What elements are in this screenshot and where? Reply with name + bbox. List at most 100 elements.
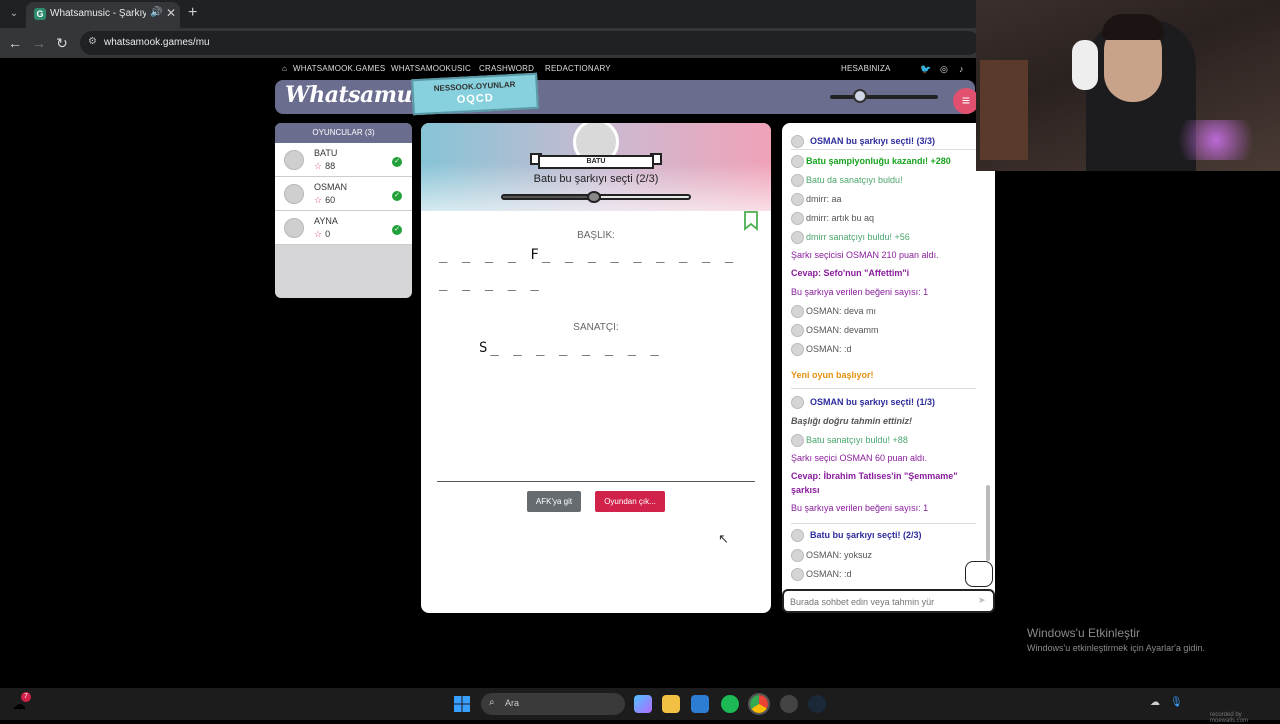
search-icon: ⌕ (489, 697, 495, 708)
chat-message: Bu şarkıya verilen beğeni sayısı: 1 (791, 503, 928, 513)
webcam-hair (1102, 14, 1164, 40)
chat-message-text: Şarkı seçici OSMAN 60 puan aldı. (791, 453, 928, 463)
chrome-icon[interactable] (748, 693, 770, 715)
chat-message-text: Şarkı seçicisi OSMAN 210 puan aldı. (791, 250, 939, 260)
afk-button[interactable]: AFK'ya git (527, 491, 581, 512)
player-score: ☆ 88 (314, 161, 336, 171)
chat-message: Cevap: İbrahim Tatlıses'in "Şemmame" (791, 471, 958, 481)
divider (437, 481, 755, 482)
account-link[interactable]: HESABINIZA (841, 64, 891, 73)
leave-game-button[interactable]: Oyundan çık... (595, 491, 665, 512)
avatar (791, 549, 804, 562)
recorder-credit: recorded by moewalls.com (1210, 712, 1249, 724)
taskbar: ☁ 7 ⌕ Ara ☁ 🎙 recorded by moewalls.com (0, 688, 1280, 724)
avatar (791, 343, 804, 356)
player-row[interactable]: BATU ☆ 88 ✓ (275, 143, 412, 177)
mouse-cursor-icon: ↖ (718, 531, 729, 546)
chat-message: OSMAN: :d (791, 343, 852, 356)
address-url: whatsamook.games/mu (104, 37, 210, 48)
chat-circle-button[interactable] (965, 561, 993, 587)
chat-message-text: dmirr sanatçıyı buldu! +56 (806, 231, 910, 242)
file-explorer-icon[interactable] (662, 695, 680, 713)
address-bar[interactable]: ⚙ whatsamook.games/mu (80, 31, 980, 55)
avatar (791, 174, 804, 187)
chat-message: Bu şarkıya verilen beğeni sayısı: 1 (791, 287, 928, 297)
player-row[interactable]: AYNA ☆ 0 ✓ (275, 211, 412, 245)
chat-message-text: OSMAN bu şarkıyı seçti! (3/3) (810, 135, 936, 146)
activation-watermark-title: Windows'u Etkinleştir (1027, 626, 1140, 640)
site-header: Whatsamusic NESSOOK.OYUNLAR OQCD ≡ (275, 72, 979, 116)
chat-message: dmirr: aa (791, 193, 842, 206)
chat-scrollbar[interactable] (986, 485, 990, 561)
chat-message-text: Bu şarkıya verilen beğeni sayısı: 1 (791, 503, 929, 513)
avatar (791, 324, 804, 337)
player-score: ☆ 0 (314, 229, 331, 239)
tab-close-icon[interactable]: ✕ (166, 6, 176, 20)
chat-input[interactable] (790, 594, 970, 610)
avatar (791, 231, 804, 244)
avatar (284, 184, 304, 204)
webcam-headset (1072, 40, 1098, 90)
send-icon[interactable]: ➤ (978, 595, 986, 606)
chat-message-text: dmirr: aa (806, 193, 842, 204)
chat-message-text: OSMAN: devamm (806, 324, 879, 335)
chat-message-text: Cevap: İbrahim Tatlıses'in "Şemmame" (791, 471, 958, 481)
spotify-icon[interactable] (721, 695, 739, 713)
steam-icon[interactable] (808, 695, 826, 713)
site-info-icon[interactable]: ⚙ (88, 36, 97, 47)
player-row[interactable]: OSMAN ☆ 60 ✓ (275, 177, 412, 211)
nav-link-crashword[interactable]: CRASHWORD (479, 64, 534, 73)
chat-message: Batu sanatçıyı buldu! +88 (791, 434, 908, 447)
chat-message-text: Batu şampiyonluğu kazandı! +280 (806, 155, 951, 166)
players-panel: OYUNCULAR (3) BATU ☆ 88 ✓ OSMAN ☆ 60 ✓ AYN… (275, 123, 412, 298)
reload-icon[interactable]: ↻ (53, 34, 71, 52)
new-tab-icon[interactable]: + (188, 4, 197, 22)
home-icon[interactable]: ⌂ (282, 64, 287, 73)
volume-slider[interactable] (830, 95, 938, 99)
avatar (791, 212, 804, 225)
player-score: ☆ 60 (314, 195, 336, 205)
player-name: OSMAN (314, 182, 348, 192)
browser-tab[interactable]: G Whatsamusic - Şarkıyı Tahmin Et 🔊 ✕ (26, 2, 180, 28)
chat-message: OSMAN bu şarkıyı seçti! (1/3) (791, 396, 935, 409)
nav-link-redactionary[interactable]: REDACTIONARY (545, 64, 611, 73)
avatar (791, 434, 804, 447)
volume-slider-knob[interactable] (853, 89, 867, 103)
nav-link-whatsamook-games[interactable]: WHATSAMOOK.GAMES (293, 64, 385, 73)
forward-icon[interactable]: → (30, 34, 48, 52)
tab-audio-icon[interactable]: 🔊 (150, 7, 162, 18)
chooser-status: Batu bu şarkıyı seçti (2/3) (533, 173, 659, 185)
chat-message-text: Bu şarkıya verilen beğeni sayısı: 1 (791, 287, 929, 297)
song-timer-knob (587, 191, 601, 203)
chat-message: OSMAN: yoksuz (791, 549, 872, 562)
chat-message: OSMAN bu şarkıyı seçti! (3/3) (791, 135, 935, 148)
chat-panel: OSMAN bu şarkıyı seçti! (3/3) Batu şampiy… (782, 123, 995, 613)
check-icon: ✓ (392, 191, 402, 201)
obs-icon[interactable] (780, 695, 798, 713)
star-icon: ☆ (314, 161, 323, 171)
tiktok-icon[interactable]: ♪ (959, 64, 964, 74)
instagram-icon[interactable]: ◎ (940, 64, 948, 75)
chat-message: Batu da sanatçıyı buldu! (791, 174, 903, 187)
promo-badge[interactable]: NESSOOK.OYUNLAR OQCD (411, 72, 539, 116)
tray-icon[interactable]: ☁ (1150, 697, 1160, 708)
player-name: BATU (314, 148, 338, 158)
taskbar-search[interactable]: ⌕ Ara (481, 693, 625, 715)
chooser-name-ribbon: BATU (538, 155, 654, 169)
store-icon[interactable] (691, 695, 709, 713)
windows-start-icon[interactable] (454, 696, 470, 712)
tab-search-dropdown-icon[interactable]: ⌄ (6, 6, 22, 22)
chat-message: Cevap: Sefo'nun "Affettim"i (791, 268, 909, 278)
nav-link-whatsamookusic[interactable]: WHATSAMOOKUSIC (391, 64, 471, 73)
chat-message: Şarkı seçicisi OSMAN 210 puan aldı. (791, 250, 939, 260)
bookmark-icon[interactable] (743, 211, 759, 231)
title-hint-line2: _ _ _ _ _ (439, 275, 542, 291)
chat-message-text: Yeni oyun başlıyor! (791, 370, 874, 380)
copilot-icon[interactable] (634, 695, 652, 713)
chat-separator (791, 523, 976, 524)
back-icon[interactable]: ← (6, 34, 24, 52)
chat-message-text: Batu bu şarkıyı seçti! (2/3) (810, 529, 922, 540)
chat-message: OSMAN: :d (791, 568, 852, 581)
twitter-icon[interactable]: 🐦 (920, 64, 931, 75)
mic-icon[interactable]: 🎙 (1170, 697, 1183, 708)
